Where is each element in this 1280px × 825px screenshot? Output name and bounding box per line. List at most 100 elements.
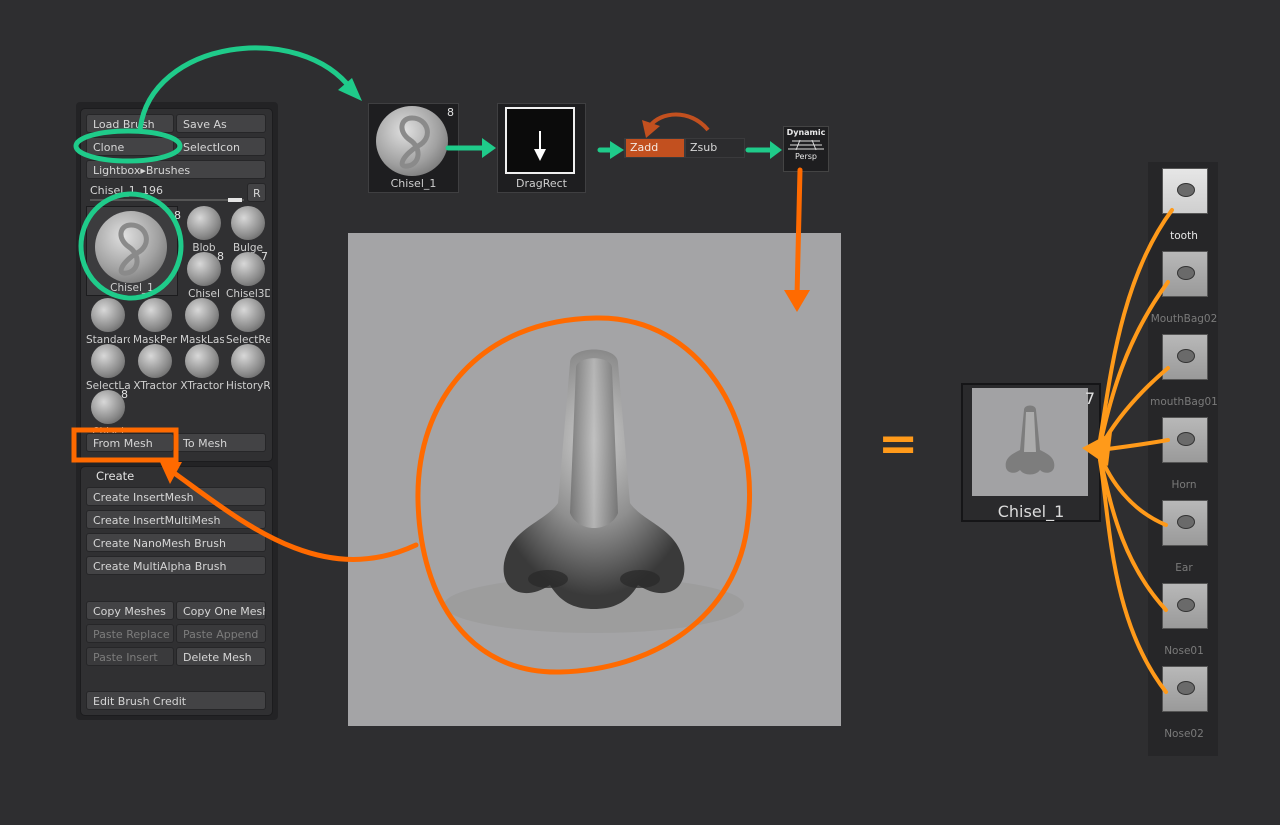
create-insertmultimesh-button[interactable]: Create InsertMultiMesh xyxy=(86,510,266,529)
shelf-item[interactable] xyxy=(1162,500,1208,546)
mesh-thumb-icon xyxy=(1177,432,1195,446)
brush-thumb-icon xyxy=(138,344,172,378)
paste-insert-button[interactable]: Paste Insert xyxy=(86,647,174,666)
brush-tile-label: Chisel_1 xyxy=(390,177,437,190)
brush-cell[interactable]: Chisel 8 xyxy=(182,250,226,300)
brush-cell[interactable]: Standard xyxy=(86,298,130,346)
brush-thumb-icon xyxy=(187,206,221,240)
save-as-button[interactable]: Save As xyxy=(176,114,266,133)
load-brush-button[interactable]: Load Brush xyxy=(86,114,174,133)
mesh-thumb-icon xyxy=(1177,349,1195,363)
brush-cell[interactable]: MaskLasso xyxy=(180,298,224,346)
to-mesh-button[interactable]: To Mesh xyxy=(176,433,266,452)
shelf-item-label: mouthBag01 xyxy=(1150,396,1218,408)
brush-cell[interactable]: HistoryRecall xyxy=(226,344,270,392)
zadd-zsub-toggle: Zadd Zsub xyxy=(624,138,745,158)
create-multialpha-brush-button[interactable]: Create MultiAlpha Brush xyxy=(86,556,266,575)
brush-tile[interactable]: 8 Chisel_1 xyxy=(368,103,459,193)
brush-thumb-icon xyxy=(231,206,265,240)
create-header[interactable]: Create xyxy=(96,469,134,483)
brush-value-label: 196 xyxy=(142,184,163,197)
shelf-item-label: MouthBag02 xyxy=(1150,313,1218,325)
shelf-item[interactable] xyxy=(1162,334,1208,380)
brush-cell[interactable]: Chisel 8 xyxy=(86,388,130,438)
slider-fill xyxy=(228,198,242,202)
mesh-thumb-icon xyxy=(1177,598,1195,612)
equals-sign: = xyxy=(878,416,919,472)
paste-append-button[interactable]: Paste Append xyxy=(176,624,266,643)
dynamic-persp-button[interactable]: Dynamic Persp xyxy=(783,126,829,172)
dynamic-label: Dynamic xyxy=(786,128,826,137)
shelf-item-label: Horn xyxy=(1171,479,1197,491)
brush-label: HistoryRecall xyxy=(226,380,270,392)
brush-thumb-icon xyxy=(185,298,219,332)
brush-cell[interactable]: XTractor xyxy=(180,344,224,392)
select-icon-button[interactable]: SelectIcon xyxy=(176,137,266,156)
brush-thumb-icon xyxy=(91,298,125,332)
brush-label: XTractor xyxy=(180,380,224,392)
clone-button[interactable]: Clone xyxy=(86,137,174,156)
shelf-item[interactable] xyxy=(1162,417,1208,463)
zadd-button[interactable]: Zadd xyxy=(626,139,684,157)
shelf-item[interactable] xyxy=(1162,666,1208,712)
brush-badge: 7 xyxy=(261,250,268,263)
mesh-thumb-icon xyxy=(1177,266,1195,280)
zadd-arrowhead xyxy=(642,120,660,138)
shelf-item-label: Nose02 xyxy=(1164,728,1204,740)
brush-badge: 8 xyxy=(121,388,128,401)
stroke-tile[interactable]: DragRect xyxy=(497,103,586,193)
paste-replace-button[interactable]: Paste Replace xyxy=(86,624,174,643)
zsub-button[interactable]: Zsub xyxy=(686,139,744,157)
result-brush-tile[interactable]: 7 Chisel_1 xyxy=(961,383,1101,522)
result-brush-label: Chisel_1 xyxy=(997,502,1065,521)
delete-mesh-button[interactable]: Delete Mesh xyxy=(176,647,266,666)
knot-glyph-icon xyxy=(118,222,149,276)
current-brush-thumb[interactable]: 8 Chisel_1 xyxy=(86,206,181,296)
brush-cell[interactable]: Blob xyxy=(182,206,226,254)
mesh-thumb-icon xyxy=(1177,183,1195,197)
brush-thumb-icon xyxy=(231,298,265,332)
shelf-item[interactable] xyxy=(1162,251,1208,297)
brush-thumb-icon xyxy=(231,252,265,286)
copy-meshes-button[interactable]: Copy Meshes xyxy=(86,601,174,620)
brush-badge: 8 xyxy=(217,250,224,263)
brush-cell[interactable]: SelectLasso xyxy=(86,344,130,392)
edit-brush-credit-button[interactable]: Edit Brush Credit xyxy=(86,691,266,710)
stroke-tile-label: DragRect xyxy=(516,177,567,190)
create-nanomesh-brush-button[interactable]: Create NanoMesh Brush xyxy=(86,533,266,552)
current-brush-label: Chisel_1 xyxy=(110,282,154,294)
dragrect-icon xyxy=(505,107,575,174)
brush-thumb-icon xyxy=(231,344,265,378)
reset-button[interactable]: R xyxy=(247,183,266,202)
brush-thumb-icon xyxy=(91,390,125,424)
brush-cell[interactable]: Chisel3D 7 xyxy=(226,250,270,300)
current-brush-badge: 8 xyxy=(174,209,181,222)
zadd-arrow xyxy=(648,112,710,132)
shelf-item[interactable] xyxy=(1162,168,1208,214)
brush-cell[interactable]: Bulge xyxy=(226,206,270,254)
arrow-down-icon xyxy=(534,131,546,161)
viewport[interactable] xyxy=(348,233,841,726)
insertmesh-shelf: tooth MouthBag02 mouthBag01 Horn Ear Nose01 No… xyxy=(1148,162,1218,756)
create-insertmesh-button[interactable]: Create InsertMesh xyxy=(86,487,266,506)
copy-one-mesh-button[interactable]: Copy One Mesh xyxy=(176,601,266,620)
from-mesh-button[interactable]: From Mesh xyxy=(86,433,174,452)
mesh-thumb-icon xyxy=(1177,681,1195,695)
knot-glyph-icon xyxy=(399,115,430,169)
mesh-thumb-icon xyxy=(1177,515,1195,529)
brush-cell[interactable]: SelectRect xyxy=(226,298,270,346)
shelf-item-label: Nose01 xyxy=(1164,645,1204,657)
brush-thumb-icon xyxy=(138,298,172,332)
brush-panel: Load Brush Save As Clone SelectIcon Ligh… xyxy=(76,102,278,720)
lightbox-brushes-button[interactable]: Lightbox▸Brushes xyxy=(86,160,266,179)
nose-mini-icon xyxy=(1005,405,1055,475)
chisel-brush-icon xyxy=(95,211,167,283)
shelf-item-label: Ear xyxy=(1175,562,1193,574)
brush-cell[interactable]: XTractor xyxy=(133,344,177,392)
brush-name-slider[interactable]: Chisel_1 196 xyxy=(86,182,244,202)
brush-thumb-icon xyxy=(91,344,125,378)
brush-label: XTractor xyxy=(133,380,177,392)
brush-cell[interactable]: MaskPen xyxy=(133,298,177,346)
shelf-item[interactable] xyxy=(1162,583,1208,629)
shelf-item-label: tooth xyxy=(1170,230,1198,242)
